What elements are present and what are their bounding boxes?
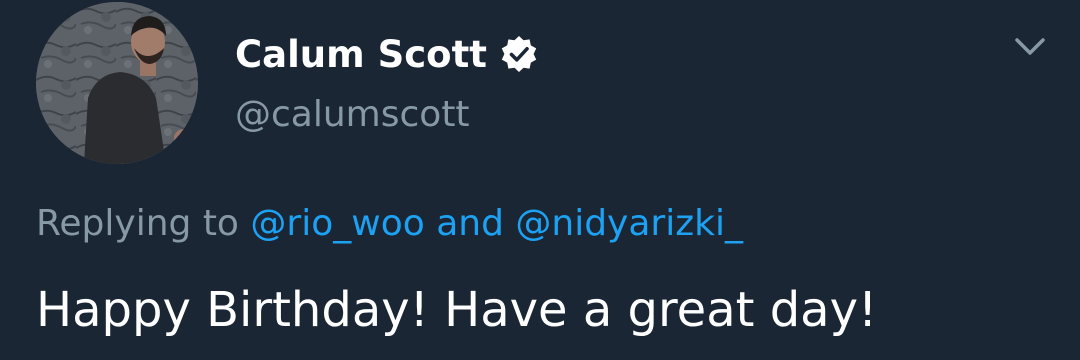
mention-joiner[interactable]: and bbox=[436, 203, 504, 244]
author-display-name[interactable]: Calum Scott bbox=[235, 33, 487, 76]
author-name-row: Calum Scott bbox=[235, 28, 539, 80]
avatar[interactable] bbox=[36, 2, 198, 164]
mention-link-2[interactable]: @nidyarizki_ bbox=[515, 203, 743, 244]
chevron-down-icon[interactable] bbox=[1012, 32, 1048, 62]
author-handle[interactable]: @calumscott bbox=[235, 94, 470, 135]
replying-prefix: Replying to bbox=[36, 203, 239, 244]
tweet-text: Happy Birthday! Have a great day! bbox=[36, 282, 878, 338]
verified-badge-icon bbox=[499, 34, 539, 74]
replying-to-line: Replying to @rio_woo and @nidyarizki_ bbox=[36, 203, 743, 244]
tweet-card: Calum Scott @calumscott Replying to @rio… bbox=[0, 0, 1080, 360]
profile-photo bbox=[36, 2, 198, 164]
mention-link-1[interactable]: @rio_woo bbox=[250, 203, 424, 244]
